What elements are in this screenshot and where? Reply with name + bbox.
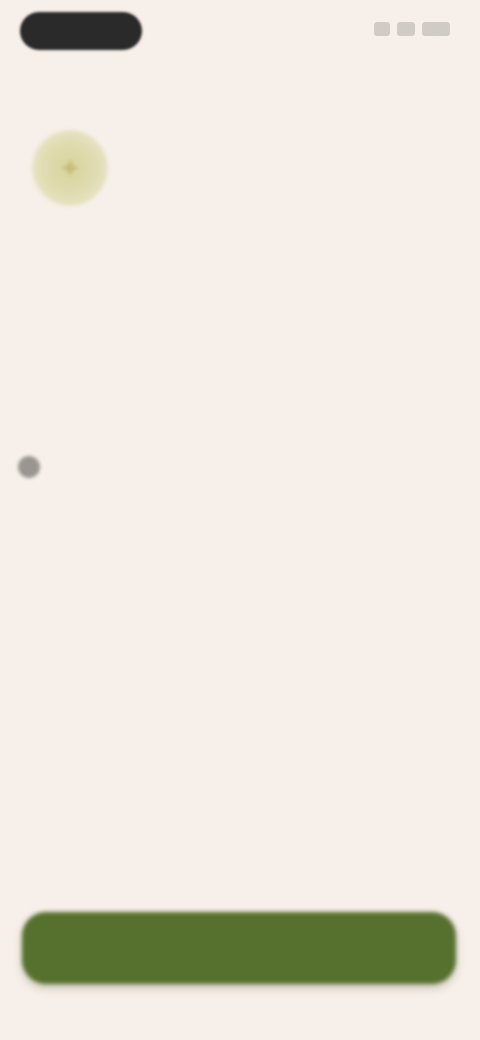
app-logo-icon: ✦ xyxy=(32,130,108,206)
info-line-2 xyxy=(18,456,50,478)
user-avatar-icon xyxy=(18,456,40,478)
status-icons xyxy=(374,22,450,36)
battery-icon xyxy=(422,22,450,36)
signal-icon xyxy=(374,22,390,36)
app-logo-glyph: ✦ xyxy=(58,152,82,184)
status-bar-time-pill xyxy=(20,12,142,50)
primary-action-button[interactable] xyxy=(22,912,456,984)
status-bar xyxy=(0,0,480,64)
wifi-icon xyxy=(397,22,415,36)
